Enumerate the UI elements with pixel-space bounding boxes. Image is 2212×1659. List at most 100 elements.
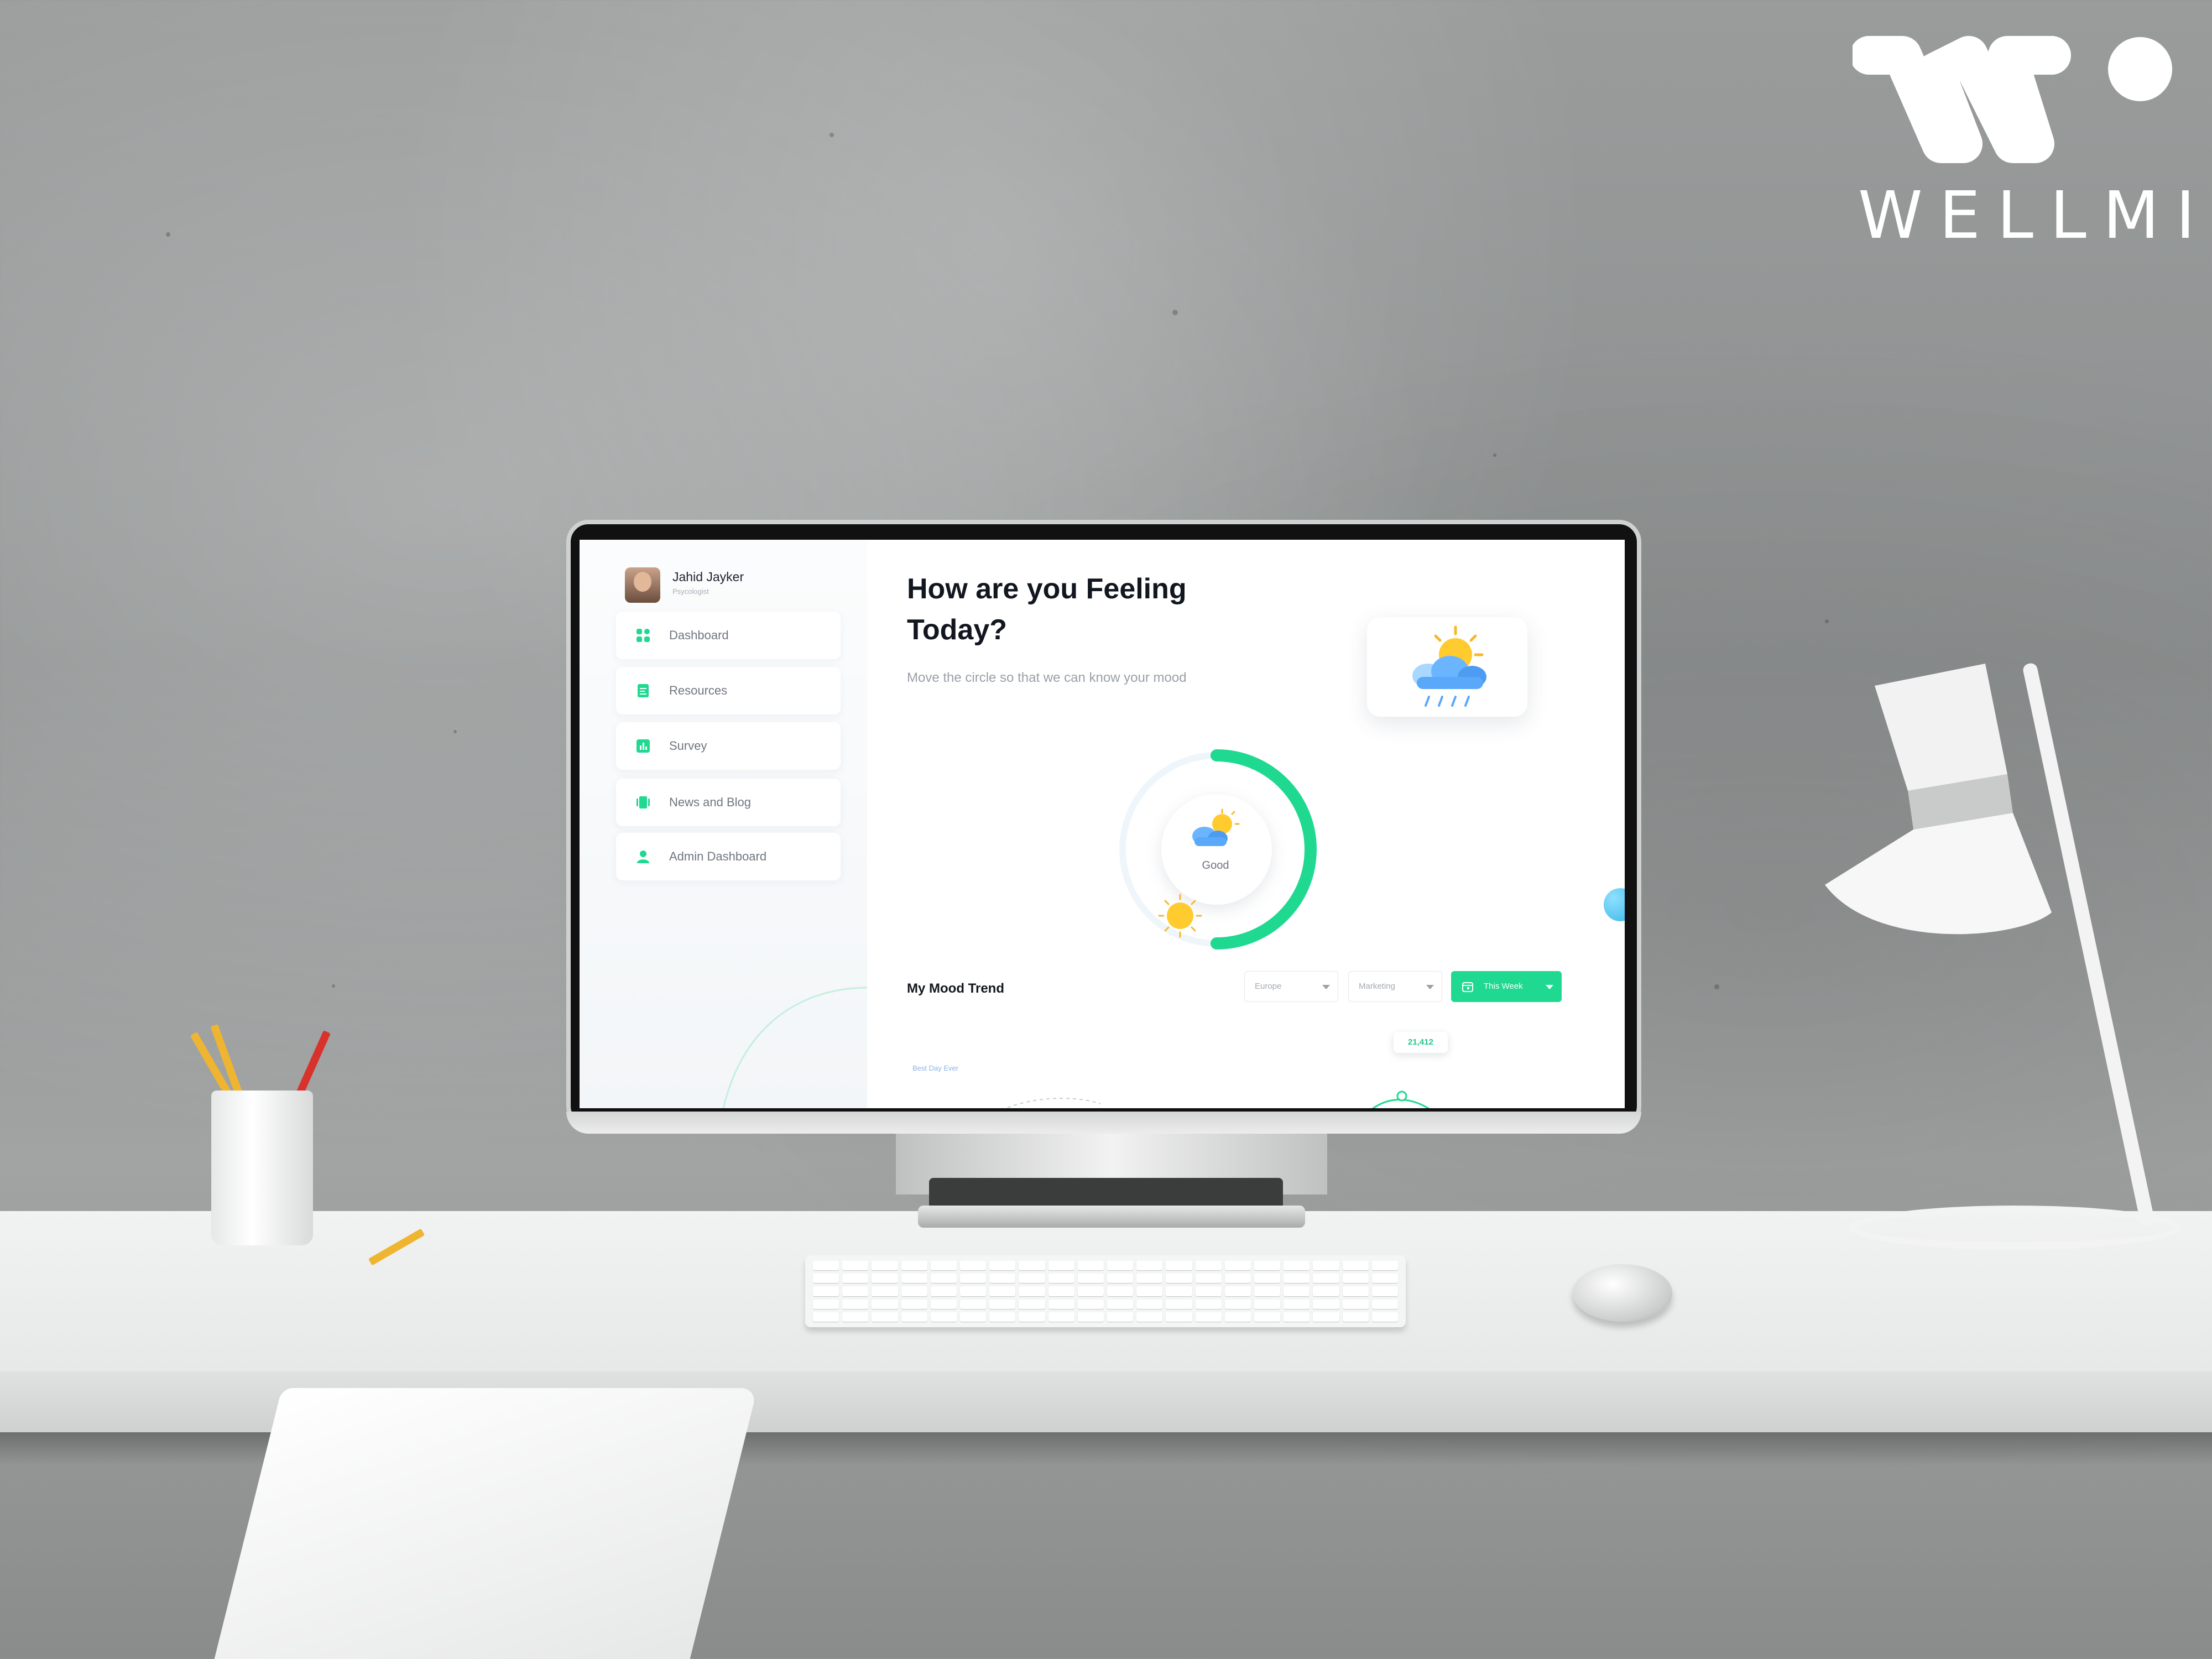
keyboard-key — [1048, 1312, 1074, 1322]
mood-trend-panel: My Mood Trend Europe Marketing This Week… — [901, 971, 1562, 1108]
keyboard-key — [813, 1286, 839, 1296]
keyboard-key — [1107, 1299, 1134, 1309]
keyboard-key — [872, 1299, 898, 1309]
keyboard-key — [1136, 1286, 1163, 1296]
keyboard-key — [1342, 1312, 1369, 1322]
keyboard-key — [1371, 1274, 1398, 1284]
calendar-icon — [1462, 982, 1473, 992]
lamp-shade — [1825, 664, 2052, 935]
keyboard-key — [1195, 1299, 1222, 1309]
keyboard-key — [1019, 1312, 1045, 1322]
keyboard-key — [1254, 1286, 1281, 1296]
sidebar: wellmi Jahid Jayker Psycologist Dashboar… — [580, 540, 867, 1108]
pencil-cup — [211, 1091, 313, 1245]
period-dropdown-value: This Week — [1484, 982, 1523, 991]
keyboard-key — [1284, 1286, 1310, 1296]
keyboard-key — [1077, 1299, 1104, 1309]
keyboard-key — [1284, 1312, 1310, 1322]
sidebar-item-label: Dashboard — [669, 628, 729, 642]
keyboard-key — [960, 1274, 987, 1284]
region-dropdown[interactable]: Europe — [1244, 971, 1338, 1002]
mood-label: Good — [1202, 859, 1229, 872]
keyboard-key — [1136, 1299, 1163, 1309]
keyboard-key — [1166, 1274, 1192, 1284]
avatar — [625, 567, 660, 603]
keyboard-key — [1342, 1261, 1369, 1271]
keyboard-key — [1136, 1274, 1163, 1284]
sidebar-item-admin-dashboard[interactable]: Admin Dashboard — [616, 833, 841, 880]
keyboard-key — [872, 1274, 898, 1284]
keyboard-key — [989, 1286, 1016, 1296]
lamp-base — [1849, 1206, 2181, 1250]
keyboard-key — [1195, 1312, 1222, 1322]
keyboard-key — [960, 1312, 987, 1322]
keyboard-key — [1195, 1286, 1222, 1296]
keyboard-key — [1224, 1286, 1251, 1296]
keyboard-key — [1048, 1274, 1074, 1284]
keyboard-key — [1371, 1312, 1398, 1322]
keyboard-key — [813, 1312, 839, 1322]
keyboard-key — [872, 1286, 898, 1296]
keyboard-key — [1224, 1299, 1251, 1309]
keyboard-key — [1136, 1261, 1163, 1271]
keyboard-key — [989, 1261, 1016, 1271]
keyboard-key — [1019, 1286, 1045, 1296]
keyboard-key — [1313, 1299, 1339, 1309]
mood-trend-title: My Mood Trend — [907, 981, 1004, 996]
chevron-down-icon — [1426, 985, 1434, 989]
keyboard — [805, 1255, 1406, 1327]
scroll-handle[interactable] — [1604, 888, 1625, 921]
keyboard-key — [1342, 1286, 1369, 1296]
keyboard-key — [1254, 1261, 1281, 1271]
keyboard-key — [1166, 1286, 1192, 1296]
sidebar-item-label: Survey — [669, 739, 707, 753]
keyboard-key — [901, 1286, 927, 1296]
user-profile[interactable]: Jahid Jayker Psycologist — [616, 562, 859, 606]
news-icon — [637, 796, 650, 808]
logo-wordmark: WELLMI — [1858, 177, 2212, 253]
keyboard-key — [1224, 1261, 1251, 1271]
dashboard-icon — [637, 629, 650, 642]
keyboard-key — [930, 1274, 957, 1284]
sidebar-item-survey[interactable]: Survey — [616, 722, 841, 770]
keyboard-key — [1284, 1274, 1310, 1284]
app-screen: wellmi Jahid Jayker Psycologist Dashboar… — [580, 540, 1625, 1108]
keyboard-key — [1224, 1274, 1251, 1284]
keyboard-key — [1224, 1312, 1251, 1322]
region-dropdown-value: Europe — [1255, 982, 1282, 991]
chevron-down-icon — [1546, 985, 1553, 989]
sidebar-item-resources[interactable]: Resources — [616, 667, 841, 714]
keyboard-key — [901, 1312, 927, 1322]
profile-name: Jahid Jayker — [672, 570, 744, 584]
keyboard-key — [1048, 1299, 1074, 1309]
keyboard-key — [842, 1261, 869, 1271]
keyboard-key — [872, 1312, 898, 1322]
keyboard-key — [1107, 1312, 1134, 1322]
keyboard-key — [1342, 1299, 1369, 1309]
keyboard-key — [1284, 1299, 1310, 1309]
keyboard-key — [1284, 1261, 1310, 1271]
mood-weather-card — [1367, 617, 1527, 717]
sidebar-item-dashboard[interactable]: Dashboard — [616, 612, 841, 659]
keyboard-key — [930, 1299, 957, 1309]
keyboard-key — [930, 1286, 957, 1296]
sun-icon[interactable] — [1158, 894, 1202, 938]
mouse — [1573, 1264, 1672, 1322]
keyboard-key — [1371, 1299, 1398, 1309]
keyboard-key — [813, 1299, 839, 1309]
sidebar-item-news-and-blog[interactable]: News and Blog — [616, 779, 841, 826]
keyboard-key — [1107, 1261, 1134, 1271]
keyboard-key — [1048, 1261, 1074, 1271]
keyboard-key — [901, 1261, 927, 1271]
keyboard-key — [1313, 1286, 1339, 1296]
keyboard-key — [842, 1312, 869, 1322]
department-dropdown[interactable]: Marketing — [1348, 971, 1442, 1002]
sun-cloud-icon — [1192, 808, 1240, 846]
keyboard-key — [1254, 1312, 1281, 1322]
sidebar-item-label: Resources — [669, 684, 728, 697]
sun-cloud-rain-icon — [1412, 625, 1486, 707]
period-dropdown[interactable]: This Week — [1451, 971, 1562, 1002]
keyboard-key — [1254, 1299, 1281, 1309]
keyboard-key — [989, 1299, 1016, 1309]
page-subtitle: Move the circle so that we can know your… — [907, 670, 1187, 685]
